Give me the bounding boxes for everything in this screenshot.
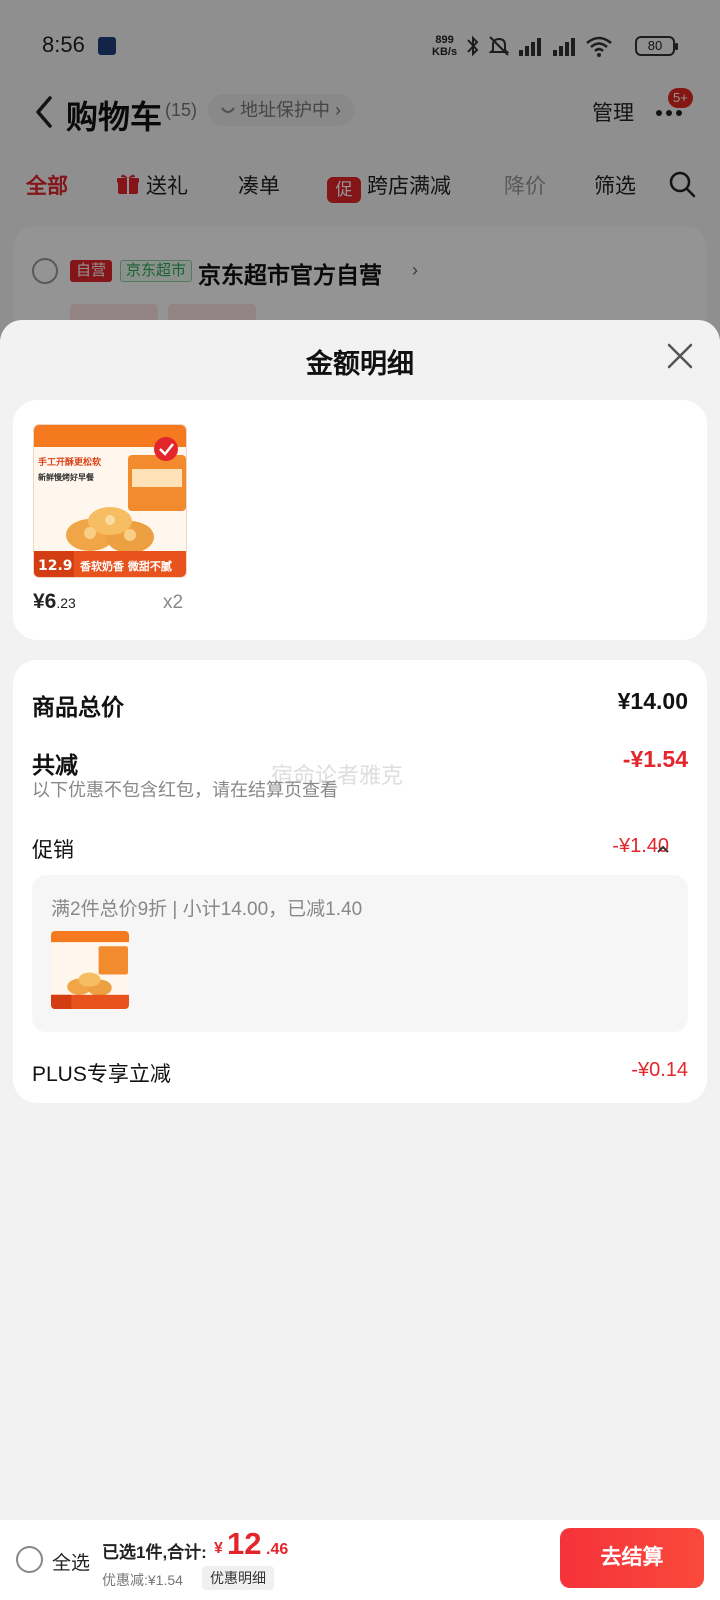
discount-summary: 优惠减:¥1.54 xyxy=(102,1572,183,1588)
product-unit-price: ¥6.23 xyxy=(33,590,76,613)
product-image[interactable]: 12.9 香软奶香 微甜不腻 手工开酥更松软 新鲜慢烤好早餐 xyxy=(33,424,187,578)
selected-summary: 已选1件,合计: xyxy=(102,1543,207,1562)
close-icon[interactable] xyxy=(664,340,696,372)
discount-detail-button[interactable]: 优惠明细 xyxy=(202,1566,274,1590)
checkout-button[interactable]: 去结算 xyxy=(560,1528,704,1588)
checkout-bar: 全选 已选1件,合计: ¥ 12 .46 优惠减:¥1.54 优惠明细 去结算 xyxy=(0,1520,720,1600)
total-amount-decimal: .46 xyxy=(266,1541,289,1558)
image-price-text: 12.9 xyxy=(38,558,73,574)
chevron-up-icon[interactable] xyxy=(656,843,670,855)
plus-discount-value: -¥0.14 xyxy=(631,1059,688,1081)
promo-detail-box: 满2件总价9折 | 小计14.00，已减1.40 xyxy=(32,875,688,1032)
product-image-art: 12.9 香软奶香 微甜不腻 手工开酥更松软 新鲜慢烤好早餐 xyxy=(34,425,186,577)
product-quantity: x2 xyxy=(163,592,184,613)
subtotal-label: 商品总价 xyxy=(32,694,124,720)
promo-product-thumbnail[interactable] xyxy=(51,931,129,1009)
dim-overlay[interactable] xyxy=(0,0,720,340)
image-headline-text: 手工开酥更松软 xyxy=(38,456,102,468)
total-currency: ¥ xyxy=(214,1540,223,1557)
sheet-title: 金额明细 xyxy=(306,349,414,379)
image-footer-text: 香软奶香 微甜不腻 xyxy=(79,559,172,573)
promo-detail-text: 满2件总价9折 | 小计14.00，已减1.40 xyxy=(51,899,363,920)
promo-thumbnail-art xyxy=(51,931,129,1009)
product-card: 12.9 香软奶香 微甜不腻 手工开酥更松软 新鲜慢烤好早餐 ¥6.23 x2 xyxy=(13,400,707,640)
plus-discount-label: PLUS专享立减 xyxy=(32,1063,171,1086)
total-amount-integer: 12 xyxy=(227,1526,262,1561)
price-detail-card: 商品总价 ¥14.00 宿命论者雅克 共减 -¥1.54 以下优惠不包含红包，请… xyxy=(13,660,707,1103)
total-discount-value: -¥1.54 xyxy=(622,746,688,772)
select-all-radio[interactable] xyxy=(16,1546,43,1573)
discount-note: 以下优惠不包含红包，请在结算页查看 xyxy=(32,780,338,800)
select-all-label[interactable]: 全选 xyxy=(52,1548,90,1575)
promo-label: 促销 xyxy=(32,839,74,862)
total-discount-label: 共减 xyxy=(32,752,78,778)
image-subline-text: 新鲜慢烤好早餐 xyxy=(38,472,95,482)
subtotal-value: ¥14.00 xyxy=(617,688,688,714)
amount-detail-sheet: 金额明细 12.9 香软奶香 微甜不腻 手工开酥更松软 新鲜慢烤好早餐 ¥6.2… xyxy=(0,320,720,1600)
